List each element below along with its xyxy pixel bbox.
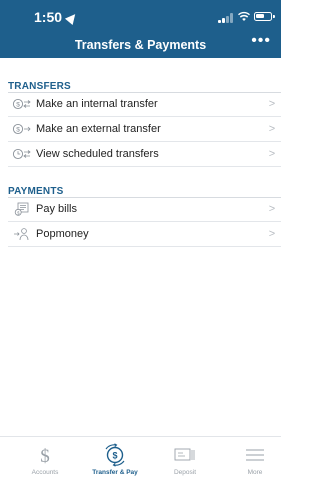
popmoney-icon: [8, 227, 36, 241]
row-label: Make an internal transfer: [36, 98, 158, 110]
app-header: 1:50 Transfers & Payments •••: [0, 0, 281, 58]
dollar-icon: $: [10, 443, 80, 467]
transfers-section-header: TRANSFERS: [8, 81, 71, 92]
scheduled-transfers-row[interactable]: View scheduled transfers >: [8, 142, 281, 167]
transfer-pay-icon: $: [80, 443, 150, 467]
chevron-right-icon: >: [268, 148, 276, 160]
battery-icon: [254, 12, 275, 21]
wifi-icon: [238, 11, 250, 21]
chevron-right-icon: >: [268, 123, 276, 135]
bottom-tab-bar: $ Accounts $ Transfer & Pay Deposit More: [0, 436, 281, 504]
chevron-right-icon: >: [268, 228, 276, 240]
row-label: Popmoney: [36, 228, 89, 240]
check-deposit-icon: [150, 443, 220, 467]
tab-label: Deposit: [173, 469, 197, 476]
payments-section-header: PAYMENTS: [8, 186, 64, 197]
tab-label: Transfer & Pay: [92, 469, 138, 476]
row-label: View scheduled transfers: [36, 148, 159, 160]
tab-more[interactable]: More: [220, 443, 290, 476]
svg-text:$: $: [40, 446, 50, 466]
location-arrow-icon: [64, 10, 80, 26]
more-options-icon[interactable]: •••: [251, 33, 271, 49]
cellular-signal-icon: [218, 13, 234, 23]
svg-text:$: $: [112, 451, 117, 461]
svg-text:$: $: [16, 102, 20, 109]
tab-accounts[interactable]: $ Accounts: [10, 443, 80, 476]
pay-bills-row[interactable]: $ Pay bills >: [8, 197, 281, 222]
internal-transfer-icon: $: [8, 98, 36, 110]
popmoney-row[interactable]: Popmoney >: [8, 222, 281, 247]
menu-icon: [220, 443, 290, 467]
row-label: Make an external transfer: [36, 123, 161, 135]
status-time: 1:50: [34, 9, 80, 26]
row-label: Pay bills: [36, 203, 77, 215]
scheduled-transfer-icon: [8, 148, 36, 160]
tab-deposit[interactable]: Deposit: [150, 443, 220, 476]
tab-transfer-pay[interactable]: $ Transfer & Pay: [80, 443, 150, 476]
svg-text:$: $: [16, 127, 20, 134]
chevron-right-icon: >: [268, 98, 276, 110]
external-transfer-row[interactable]: $ Make an external transfer >: [8, 117, 281, 142]
internal-transfer-row[interactable]: $ Make an internal transfer >: [8, 92, 281, 117]
chevron-right-icon: >: [268, 203, 276, 215]
page-title: Transfers & Payments: [74, 38, 207, 52]
tab-label: Accounts: [31, 469, 59, 476]
status-bar: 1:50: [0, 0, 281, 28]
external-transfer-icon: $: [8, 123, 36, 135]
bill-icon: $: [8, 202, 36, 216]
tab-label: More: [247, 469, 263, 476]
